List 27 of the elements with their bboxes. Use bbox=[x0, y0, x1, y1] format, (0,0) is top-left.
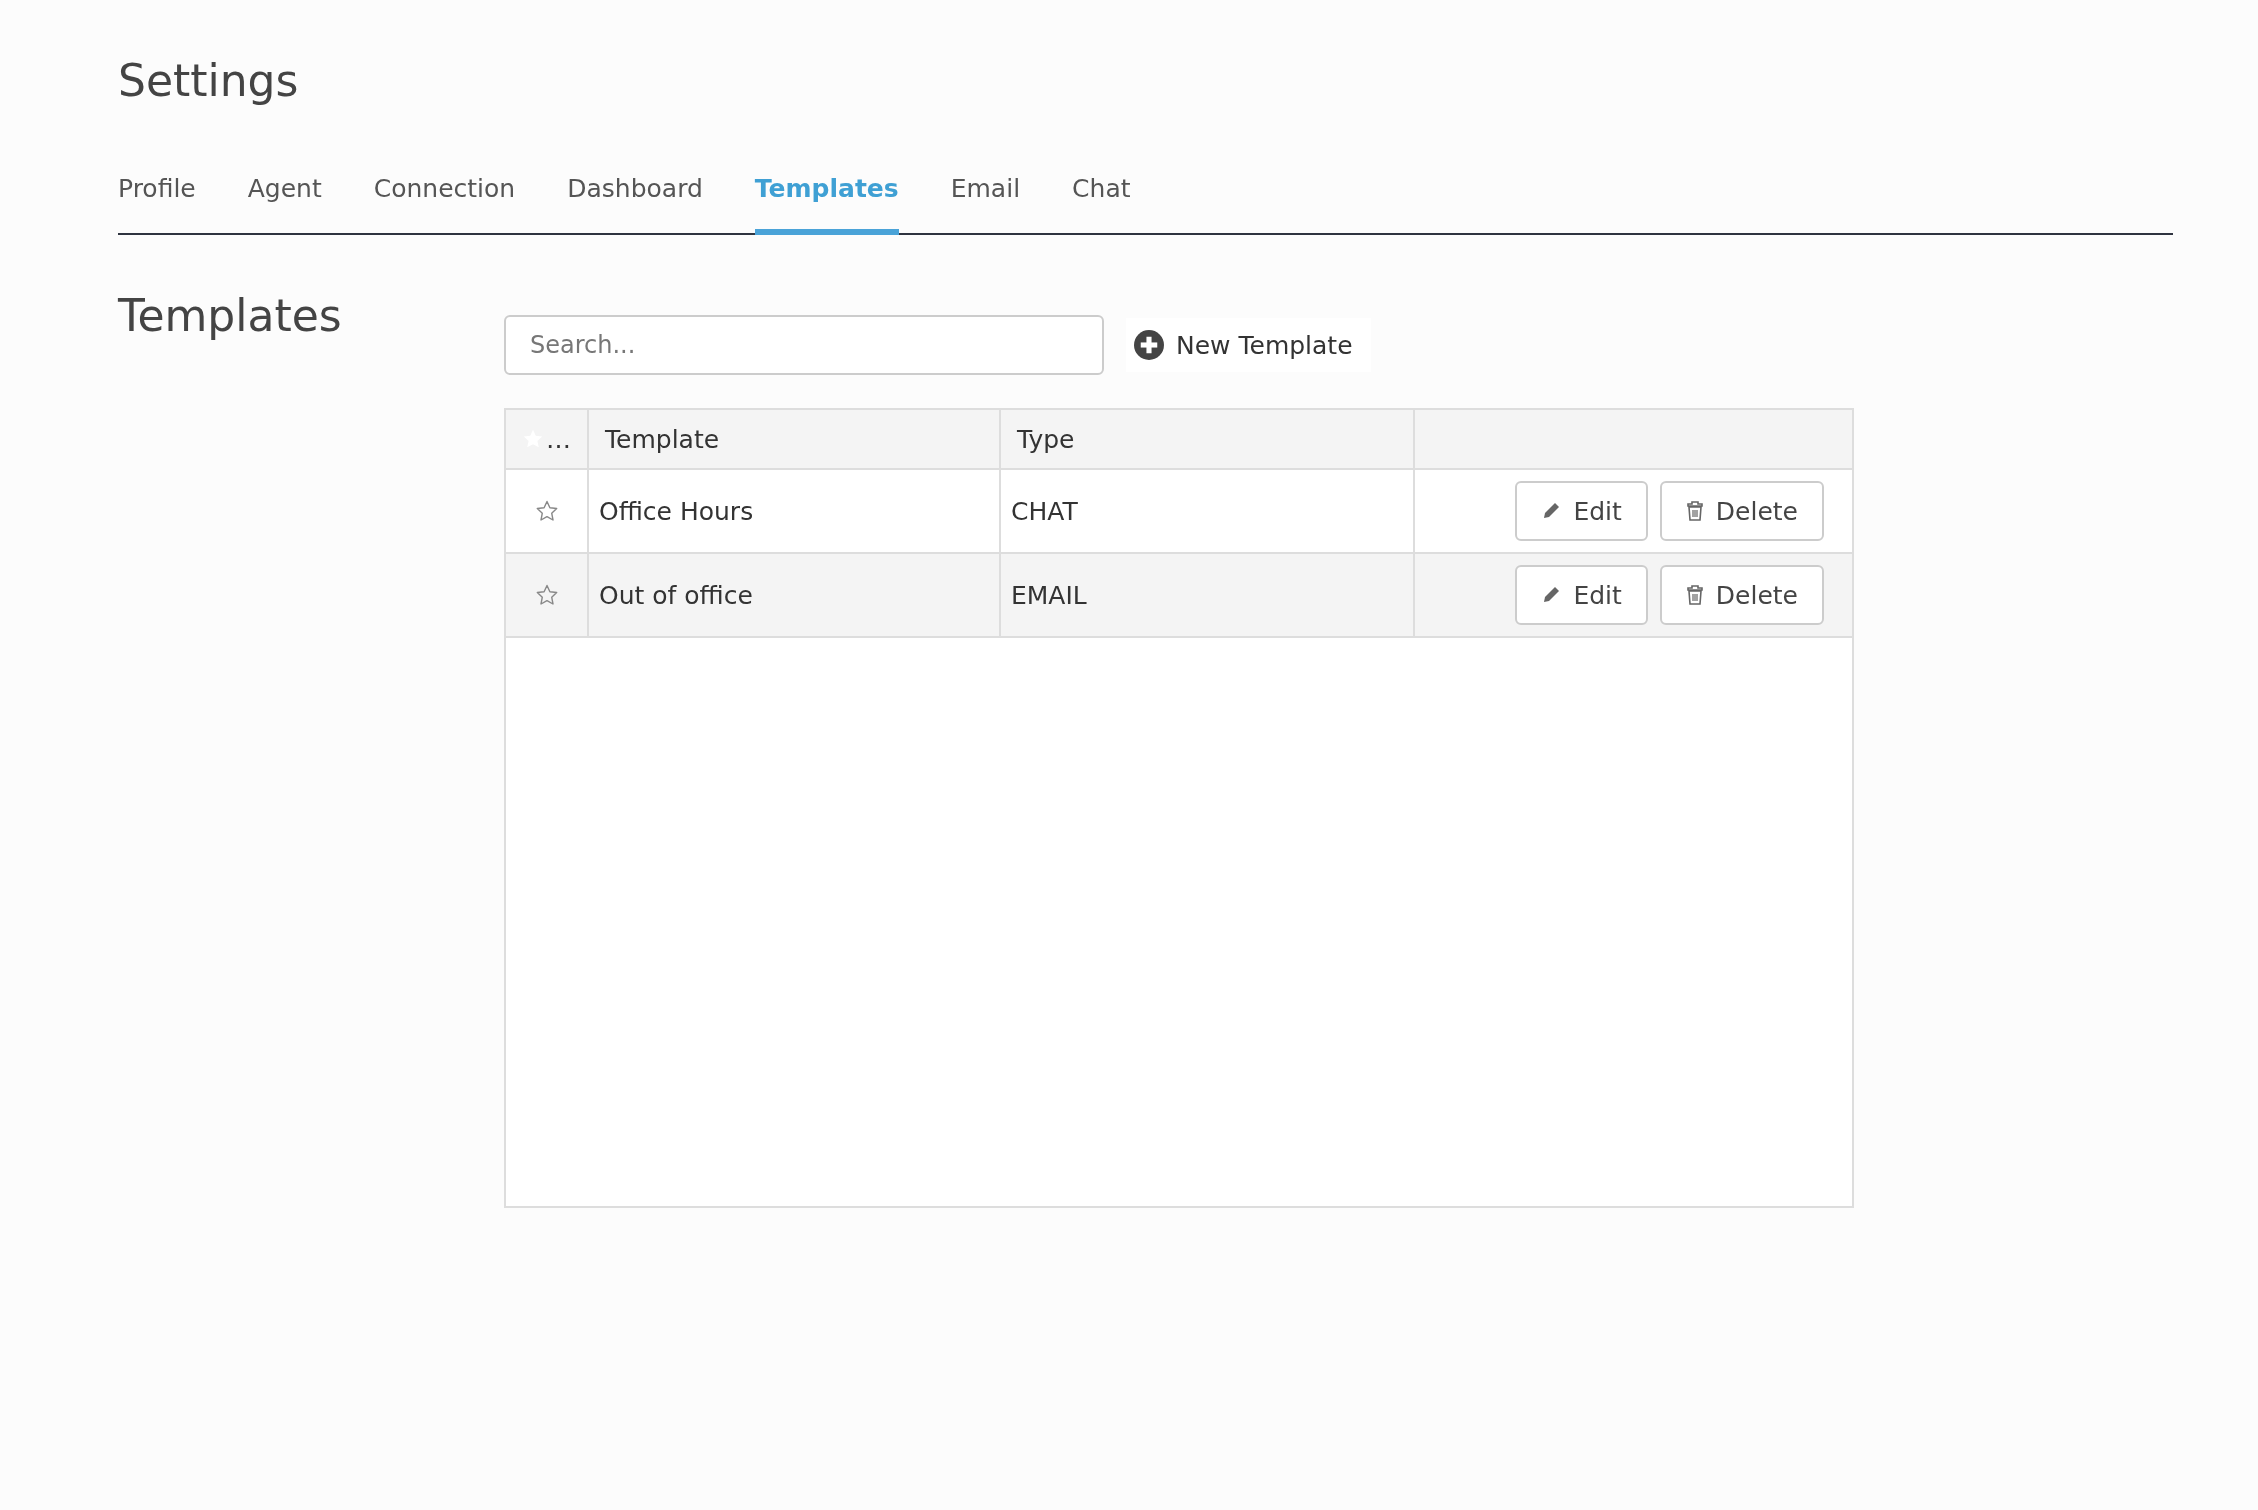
table-cell: Out of office bbox=[599, 580, 753, 610]
table-cell: EMAIL bbox=[1011, 580, 1087, 610]
section-title: Templates bbox=[118, 290, 343, 343]
tab[interactable]: Agent bbox=[247, 156, 322, 235]
trash-icon bbox=[1685, 585, 1704, 605]
delete-button[interactable]: Delete bbox=[1659, 481, 1824, 541]
column-header: Type bbox=[1017, 424, 1075, 454]
search-field[interactable]: Search... bbox=[504, 315, 1104, 375]
table-cell: Office Hours bbox=[599, 496, 754, 526]
edit-button[interactable]: Edit bbox=[1515, 481, 1648, 541]
tab[interactable]: Email bbox=[950, 156, 1021, 235]
pencil-icon bbox=[1541, 585, 1562, 605]
plus-circle-icon bbox=[1134, 330, 1164, 360]
edit-button[interactable]: Edit bbox=[1515, 565, 1648, 625]
tab[interactable]: Connection bbox=[373, 156, 516, 235]
tab[interactable]: Dashboard bbox=[567, 156, 703, 235]
tab[interactable]: Profile bbox=[118, 156, 196, 235]
column-header: … bbox=[546, 424, 571, 454]
table-cell: CHAT bbox=[1011, 496, 1078, 526]
column-header: Template bbox=[605, 424, 720, 454]
page-title: Settings bbox=[118, 55, 300, 106]
tab[interactable]: Chat bbox=[1072, 156, 1131, 235]
star-icon[interactable] bbox=[534, 583, 559, 607]
trash-icon bbox=[1685, 501, 1704, 521]
delete-button[interactable]: Delete bbox=[1659, 565, 1824, 625]
star-icon[interactable] bbox=[534, 499, 559, 523]
pencil-icon bbox=[1541, 501, 1562, 521]
